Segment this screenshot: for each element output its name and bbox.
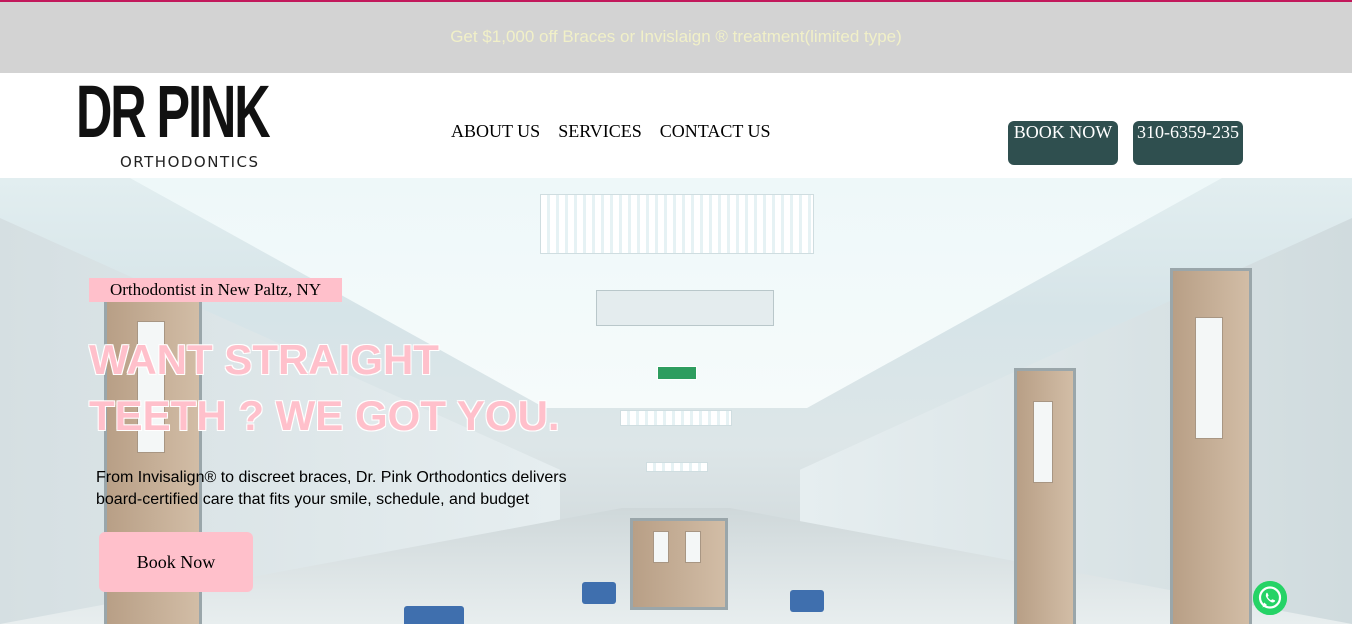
hero-headline-line-2: TEETH ? WE GOT YOU.	[89, 392, 560, 439]
promo-banner: Get $1,000 off Braces or Invislaign ® tr…	[0, 0, 1352, 73]
hero-bg-chair	[582, 582, 616, 604]
nav-services[interactable]: SERVICES	[558, 121, 642, 142]
hero-bg-door	[630, 518, 728, 610]
logo-subtitle: ORTHODONTICS	[120, 153, 260, 171]
hero-bg-chair	[404, 606, 464, 624]
hero-bg-ceiling-light	[540, 194, 814, 254]
hero-subtext: From Invisalign® to discreet braces, Dr.…	[96, 469, 567, 508]
phone-button[interactable]: 310-6359-235	[1133, 121, 1243, 165]
hero-bg-door-window	[1033, 401, 1053, 483]
hero-bg-ceiling-light	[646, 462, 708, 472]
logo-title: DR PINK	[76, 70, 271, 153]
hero-headline: WANT STRAIGHT TEETH ? WE GOT YOU.	[89, 332, 649, 444]
hero-section: Orthodontist in New Paltz, NY WANT STRAI…	[0, 178, 1352, 624]
book-now-button[interactable]: BOOK NOW	[1008, 121, 1118, 165]
hero-bg-exit-sign	[657, 366, 697, 380]
hero-bg-door	[1014, 368, 1076, 624]
whatsapp-icon[interactable]	[1253, 581, 1287, 615]
nav-about-us[interactable]: ABOUT US	[451, 121, 540, 142]
hero-bg-vent	[596, 290, 774, 326]
hero-bg-door-window	[685, 531, 701, 563]
hero-bg-chair	[790, 590, 824, 612]
hero-bg-door	[1170, 268, 1252, 624]
hero-headline-line-1: WANT STRAIGHT	[89, 336, 439, 383]
hero-bg-door-window	[653, 531, 669, 563]
site-header: DR PINK ORTHODONTICS ABOUT US SERVICES C…	[0, 73, 1352, 178]
hero-bg-door-window	[1195, 317, 1223, 439]
hero-book-now-button[interactable]: Book Now	[99, 532, 253, 592]
logo[interactable]: DR PINK ORTHODONTICS	[76, 70, 276, 173]
main-nav: ABOUT US SERVICES CONTACT US	[451, 121, 771, 142]
location-tag: Orthodontist in New Paltz, NY	[89, 278, 342, 302]
promo-text: Get $1,000 off Braces or Invislaign ® tr…	[450, 26, 902, 46]
nav-contact-us[interactable]: CONTACT US	[660, 121, 771, 142]
